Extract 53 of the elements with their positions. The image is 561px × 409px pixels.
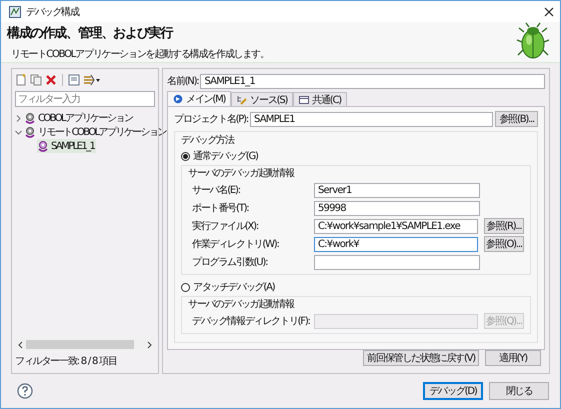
collapsed-chevron-icon[interactable]	[15, 114, 22, 122]
tab[interactable]: 共通(C)	[293, 92, 347, 106]
field-label: 実行ファイル(X):	[191, 220, 260, 234]
radio-option[interactable]: 通常デバッグ(G)	[181, 148, 258, 164]
name-label: 名前(N):	[167, 75, 198, 88]
filter-icon[interactable]	[83, 74, 101, 86]
tab[interactable]: ソース(S)	[231, 92, 294, 106]
new-document-icon[interactable]	[15, 74, 27, 86]
duplicate-icon[interactable]	[30, 74, 42, 86]
field-label: デバッグ情報ディレクトリ(F):	[191, 314, 308, 328]
input-field[interactable]: C:¥work¥	[314, 236, 478, 252]
radio-option[interactable]: アタッチデバッグ(A)	[181, 279, 274, 296]
group-title: サーバのデバッガ起動情報	[188, 167, 296, 182]
field-label: 作業ディレクトリ(W):	[191, 238, 280, 252]
field-label: プログラム引数(U):	[191, 256, 268, 270]
horizontal-scrollbar[interactable]	[15, 339, 155, 350]
close-icon[interactable]	[544, 6, 554, 17]
tree-item[interactable]: SAMPLE1_1	[37, 139, 96, 154]
input-field[interactable]: C:¥work¥sample1¥SAMPLE1.exe	[314, 218, 478, 234]
group-title: デバッグ方法	[181, 134, 236, 148]
filter-field[interactable]: フィルター入力	[15, 91, 155, 108]
globe-icon	[173, 94, 183, 104]
browse-button[interactable]: 参照(R)...	[484, 218, 524, 234]
header-subtitle: リモートCOBOLアプリケーションを起動する構成を作成します。	[10, 48, 270, 61]
pencil-icon	[237, 94, 248, 105]
revert-button[interactable]: 前回保管した状態に戻す(V)	[363, 350, 479, 366]
tab[interactable]: メイン(M)	[167, 91, 232, 106]
browse-button[interactable]: 参照(B)...	[495, 111, 538, 128]
scroll-right-icon[interactable]	[147, 340, 153, 349]
tree-item[interactable]: COBOLアプリケーション	[15, 111, 132, 126]
name-field[interactable]: SAMPLE1_1	[200, 74, 545, 89]
header-title: 構成の作成、管理、および実行	[7, 24, 174, 42]
filter-status: フィルター一致: 8 / 8 項目	[15, 355, 118, 370]
scroll-left-icon[interactable]	[17, 340, 23, 349]
group-title: サーバのデバッガ起動情報	[188, 298, 296, 312]
delete-icon[interactable]	[45, 74, 57, 86]
window-icon	[299, 94, 310, 105]
window-title: デバッグ構成	[26, 6, 80, 19]
input-field[interactable]: 59998	[314, 200, 480, 216]
input-field[interactable]	[314, 254, 480, 270]
input-field[interactable]: Server1	[314, 182, 480, 198]
apply-button[interactable]: 適用(Y)	[485, 350, 541, 366]
project-label: プロジェクト名(P):	[174, 112, 248, 126]
dialog-button[interactable]: デバッグ(D)	[423, 382, 483, 400]
collapse-icon[interactable]	[68, 74, 80, 86]
field-label: ポート番号(T):	[191, 202, 250, 216]
help-icon[interactable]	[17, 383, 33, 400]
field-label: サーバ名(E):	[191, 184, 241, 198]
project-field[interactable]: SAMPLE1	[250, 112, 494, 127]
expanded-chevron-icon[interactable]	[15, 128, 22, 136]
app-icon	[9, 6, 21, 18]
dialog-button[interactable]: 閉じる	[489, 382, 549, 400]
browse-button[interactable]: 参照(O)...	[484, 236, 524, 252]
